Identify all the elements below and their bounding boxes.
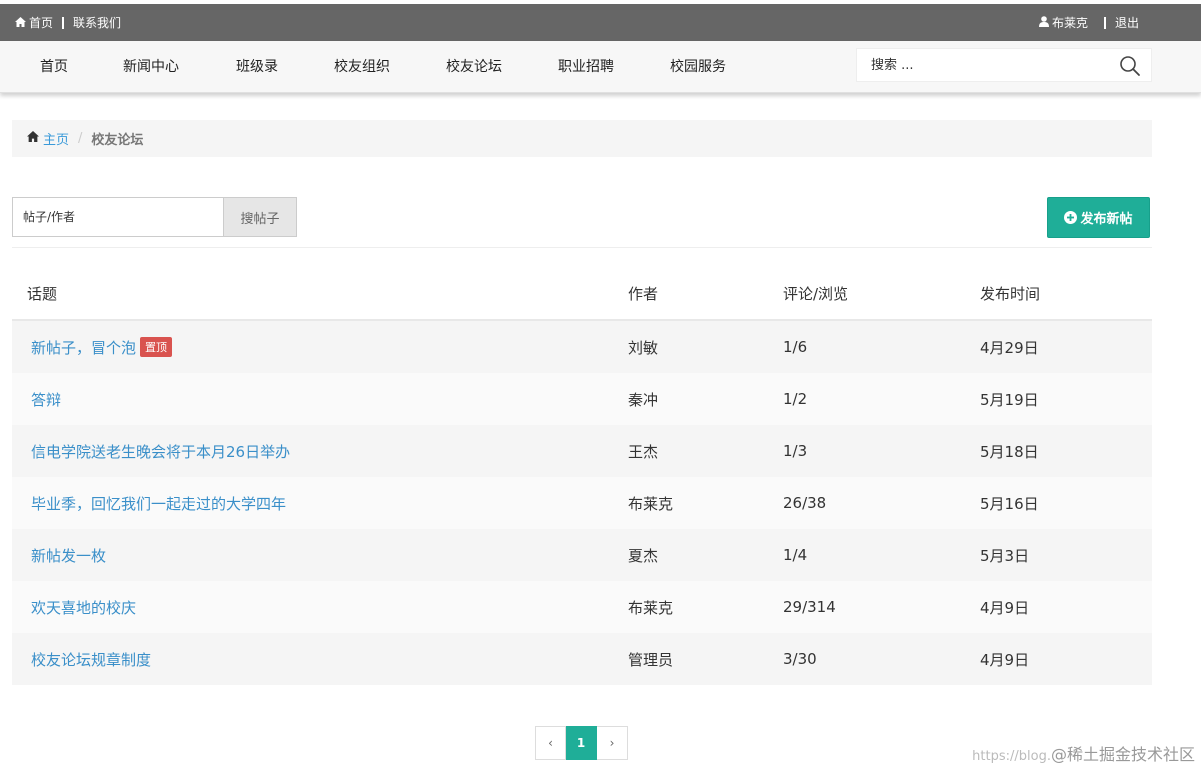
new-post-button[interactable]: 发布新帖 — [1047, 197, 1150, 238]
table-row: 新帖子，冒个泡 置顶 刘敏 1/6 4月29日 — [12, 321, 1152, 373]
topic-cell: 答辩 — [12, 389, 612, 410]
stats-cell: 26/38 — [783, 494, 827, 512]
stats-cell: 3/30 — [783, 650, 817, 668]
topic-cell: 信电学院送老生晚会将于本月26日举办 — [12, 441, 612, 462]
table-row: 毕业季，回忆我们一起走过的大学四年 布莱克 26/38 5月16日 — [12, 477, 1152, 529]
user-name: 布莱克 — [1051, 16, 1088, 30]
post-search-button[interactable]: 搜帖子 — [224, 197, 297, 237]
watermark: https://blog.@稀土掘金技术社区 — [972, 741, 1195, 765]
main-nav: 首页 新闻中心 班级录 校友组织 校友论坛 职业招聘 校园服务 — [0, 41, 1201, 93]
breadcrumb-current: 校友论坛 — [91, 133, 144, 148]
site-search — [856, 48, 1152, 82]
nav-item-home[interactable]: 首页 — [40, 41, 68, 93]
topic-cell: 欢天喜地的校庆 — [12, 597, 612, 618]
topic-link[interactable]: 新帖发一枚 — [31, 547, 106, 565]
post-search-input[interactable] — [12, 197, 224, 237]
breadcrumb-home-link[interactable]: 主页 — [43, 129, 69, 148]
user-link[interactable]: 布莱克 — [1038, 14, 1088, 31]
nav-item-classes[interactable]: 班级录 — [236, 41, 278, 93]
date-cell: 5月3日 — [980, 546, 1030, 565]
date-cell: 5月18日 — [980, 442, 1039, 461]
topic-cell: 新帖发一枚 — [12, 545, 612, 566]
forum-table: 话题 作者 评论/浏览 发布时间 新帖子，冒个泡 置顶 刘敏 1/6 4月29日 答辩 秦冲… — [12, 268, 1152, 685]
topic-link[interactable]: 校友论坛规章制度 — [31, 651, 151, 669]
author-cell: 王杰 — [628, 442, 659, 461]
post-search: 搜帖子 — [12, 197, 297, 237]
new-post-label: 发布新帖 — [1080, 212, 1133, 227]
table-row: 信电学院送老生晚会将于本月26日举办 王杰 1/3 5月18日 — [12, 425, 1152, 477]
topic-link[interactable]: 欢天喜地的校庆 — [31, 599, 136, 617]
topic-cell: 毕业季，回忆我们一起走过的大学四年 — [12, 493, 612, 514]
breadcrumb: 主页 / 校友论坛 — [12, 120, 1152, 157]
prev-page-button[interactable]: ‹ — [535, 726, 566, 760]
divider — [62, 16, 65, 29]
stats-cell: 1/3 — [783, 442, 808, 460]
stats-cell: 1/6 — [783, 338, 808, 356]
table-row: 新帖发一枚 夏杰 1/4 5月3日 — [12, 529, 1152, 581]
breadcrumb-divider: / — [78, 131, 83, 146]
table-row: 欢天喜地的校庆 布莱克 29/314 4月9日 — [12, 581, 1152, 633]
column-header-author: 作者 — [628, 285, 659, 303]
date-cell: 5月16日 — [980, 494, 1039, 513]
author-cell: 布莱克 — [628, 494, 674, 513]
stats-cell: 29/314 — [783, 598, 836, 616]
home-icon — [15, 16, 26, 30]
logout-link[interactable]: 退出 — [1115, 14, 1139, 31]
divider — [12, 247, 1152, 248]
author-cell: 夏杰 — [628, 546, 659, 565]
home-icon — [27, 131, 39, 146]
user-icon — [1038, 15, 1049, 30]
stats-cell: 1/2 — [783, 390, 808, 408]
table-body: 新帖子，冒个泡 置顶 刘敏 1/6 4月29日 答辩 秦冲 1/2 5月19日 信电学院送老生晚会… — [12, 321, 1152, 685]
date-cell: 4月29日 — [980, 338, 1039, 357]
column-header-topic: 话题 — [27, 285, 58, 303]
watermark-url: https://blog. — [972, 749, 1051, 764]
site-search-input[interactable] — [857, 49, 1097, 81]
pagination: ‹ 1 › — [535, 726, 628, 760]
divider — [1103, 16, 1106, 29]
nav-item-news[interactable]: 新闻中心 — [123, 41, 179, 93]
date-cell: 4月9日 — [980, 650, 1030, 669]
top-bar-left: 首页 联系我们 — [15, 4, 121, 41]
table-header: 话题 作者 评论/浏览 发布时间 — [12, 268, 1152, 321]
nav-item-forum[interactable]: 校友论坛 — [446, 41, 502, 93]
pinned-badge: 置顶 — [140, 336, 173, 357]
nav-item-careers[interactable]: 职业招聘 — [558, 41, 614, 93]
search-icon[interactable] — [1119, 55, 1141, 77]
topic-link[interactable]: 答辩 — [31, 391, 61, 409]
date-cell: 4月9日 — [980, 598, 1030, 617]
date-cell: 5月19日 — [980, 390, 1039, 409]
nav-item-campus-services[interactable]: 校园服务 — [670, 41, 726, 93]
stats-cell: 1/4 — [783, 546, 808, 564]
topic-link[interactable]: 信电学院送老生晚会将于本月26日举办 — [31, 443, 290, 461]
top-bar-right: 布莱克 退出 — [1038, 4, 1139, 41]
author-cell: 刘敏 — [628, 338, 659, 357]
plus-circle-icon — [1064, 211, 1078, 224]
next-page-button[interactable]: › — [597, 726, 628, 760]
top-bar: 首页 联系我们 布莱克 退出 — [0, 4, 1201, 41]
author-cell: 管理员 — [628, 650, 674, 669]
table-row: 校友论坛规章制度 管理员 3/30 4月9日 — [12, 633, 1152, 685]
column-header-stats: 评论/浏览 — [783, 285, 849, 303]
topic-link[interactable]: 毕业季，回忆我们一起走过的大学四年 — [31, 495, 286, 513]
contact-link[interactable]: 联系我们 — [73, 14, 121, 31]
nav-item-alumni-org[interactable]: 校友组织 — [334, 41, 390, 93]
top-home-link[interactable]: 首页 — [15, 14, 53, 31]
table-row: 答辩 秦冲 1/2 5月19日 — [12, 373, 1152, 425]
author-cell: 秦冲 — [628, 390, 659, 409]
top-home-label: 首页 — [29, 16, 54, 30]
author-cell: 布莱克 — [628, 598, 674, 617]
page-button-current[interactable]: 1 — [566, 726, 597, 760]
watermark-text: @稀土掘金技术社区 — [1050, 745, 1195, 764]
column-header-date: 发布时间 — [980, 285, 1041, 303]
topic-link[interactable]: 新帖子，冒个泡 — [31, 339, 136, 357]
topic-cell: 新帖子，冒个泡 置顶 — [12, 336, 612, 358]
topic-cell: 校友论坛规章制度 — [12, 649, 612, 670]
